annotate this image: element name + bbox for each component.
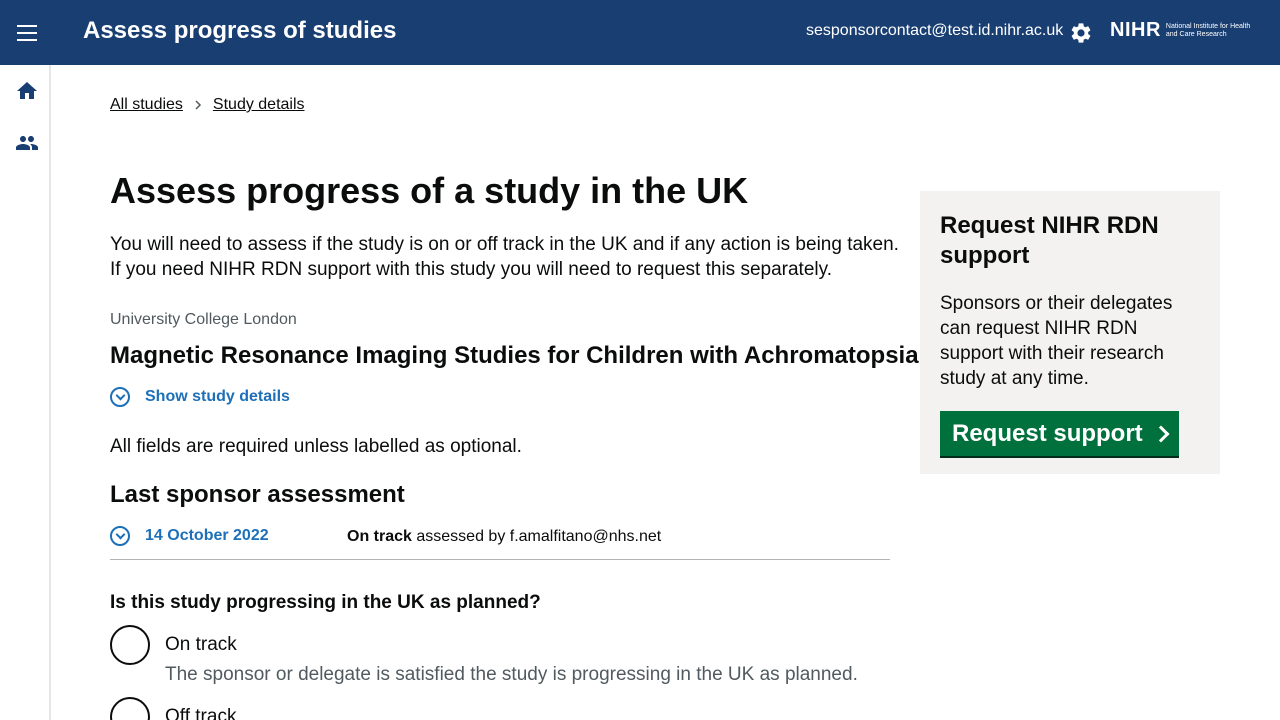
last-assessment-summary: On track assessed by f.amalfitano@nhs.ne… (347, 528, 661, 546)
request-support-label: Request support (952, 419, 1143, 447)
user-email: sesponsorcontact@test.id.nihr.ac.uk (806, 22, 1064, 39)
required-fields-note: All fields are required unless labelled … (110, 436, 522, 457)
menu-icon[interactable] (17, 25, 37, 41)
radio-on-track-label[interactable]: On track (165, 634, 237, 656)
last-assessment-date: 14 October 2022 (145, 527, 269, 544)
gear-icon[interactable] (1069, 21, 1093, 45)
chevron-right-icon (195, 100, 201, 110)
radio-off-track[interactable] (110, 697, 150, 720)
side-nav (0, 65, 51, 720)
home-icon[interactable] (15, 79, 39, 103)
radio-on-track[interactable] (110, 625, 150, 665)
breadcrumb-all-studies[interactable]: All studies (110, 96, 183, 114)
request-support-button[interactable]: Request support (940, 411, 1179, 456)
radio-on-track-hint: The sponsor or delegate is satisfied the… (165, 664, 858, 685)
breadcrumb-study-details[interactable]: Study details (213, 96, 305, 114)
chevron-down-icon (110, 526, 130, 546)
chevron-right-icon (1152, 425, 1170, 442)
study-title: Magnetic Resonance Imaging Studies for C… (110, 342, 919, 369)
nihr-logo: NIHR National Institute for Health and C… (1110, 19, 1256, 42)
top-header: Assess progress of studies sesponsorcont… (0, 0, 1280, 65)
support-panel-title: Request NIHR RDN support (940, 212, 1159, 269)
radio-off-track-label[interactable]: Off track (165, 706, 236, 720)
chevron-down-icon (110, 387, 130, 407)
app-title: Assess progress of studies (83, 17, 397, 44)
show-study-details-label: Show study details (145, 388, 290, 405)
support-panel-text: Sponsors or their delegates can request … (940, 293, 1173, 389)
users-icon[interactable] (15, 131, 39, 155)
breadcrumb: All studies Study details (110, 96, 305, 114)
support-panel: Request NIHR RDN support Sponsors or the… (920, 191, 1220, 474)
last-assessment-assessor: assessed by f.amalfitano@nhs.net (416, 528, 662, 545)
intro-text: You will need to assess if the study is … (110, 234, 899, 280)
last-assessment-toggle[interactable]: 14 October 2022 (110, 526, 269, 546)
progress-question: Is this study progressing in the UK as p… (110, 592, 541, 613)
show-study-details-toggle[interactable]: Show study details (110, 387, 290, 407)
page-title: Assess progress of a study in the UK (110, 170, 749, 211)
logo-text: NIHR (1110, 19, 1161, 41)
last-assessment-status: On track (347, 528, 412, 545)
organisation-name: University College London (110, 311, 297, 328)
last-assessment-heading: Last sponsor assessment (110, 481, 405, 508)
logo-subtitle: National Institute for Health and Care R… (1165, 22, 1251, 38)
